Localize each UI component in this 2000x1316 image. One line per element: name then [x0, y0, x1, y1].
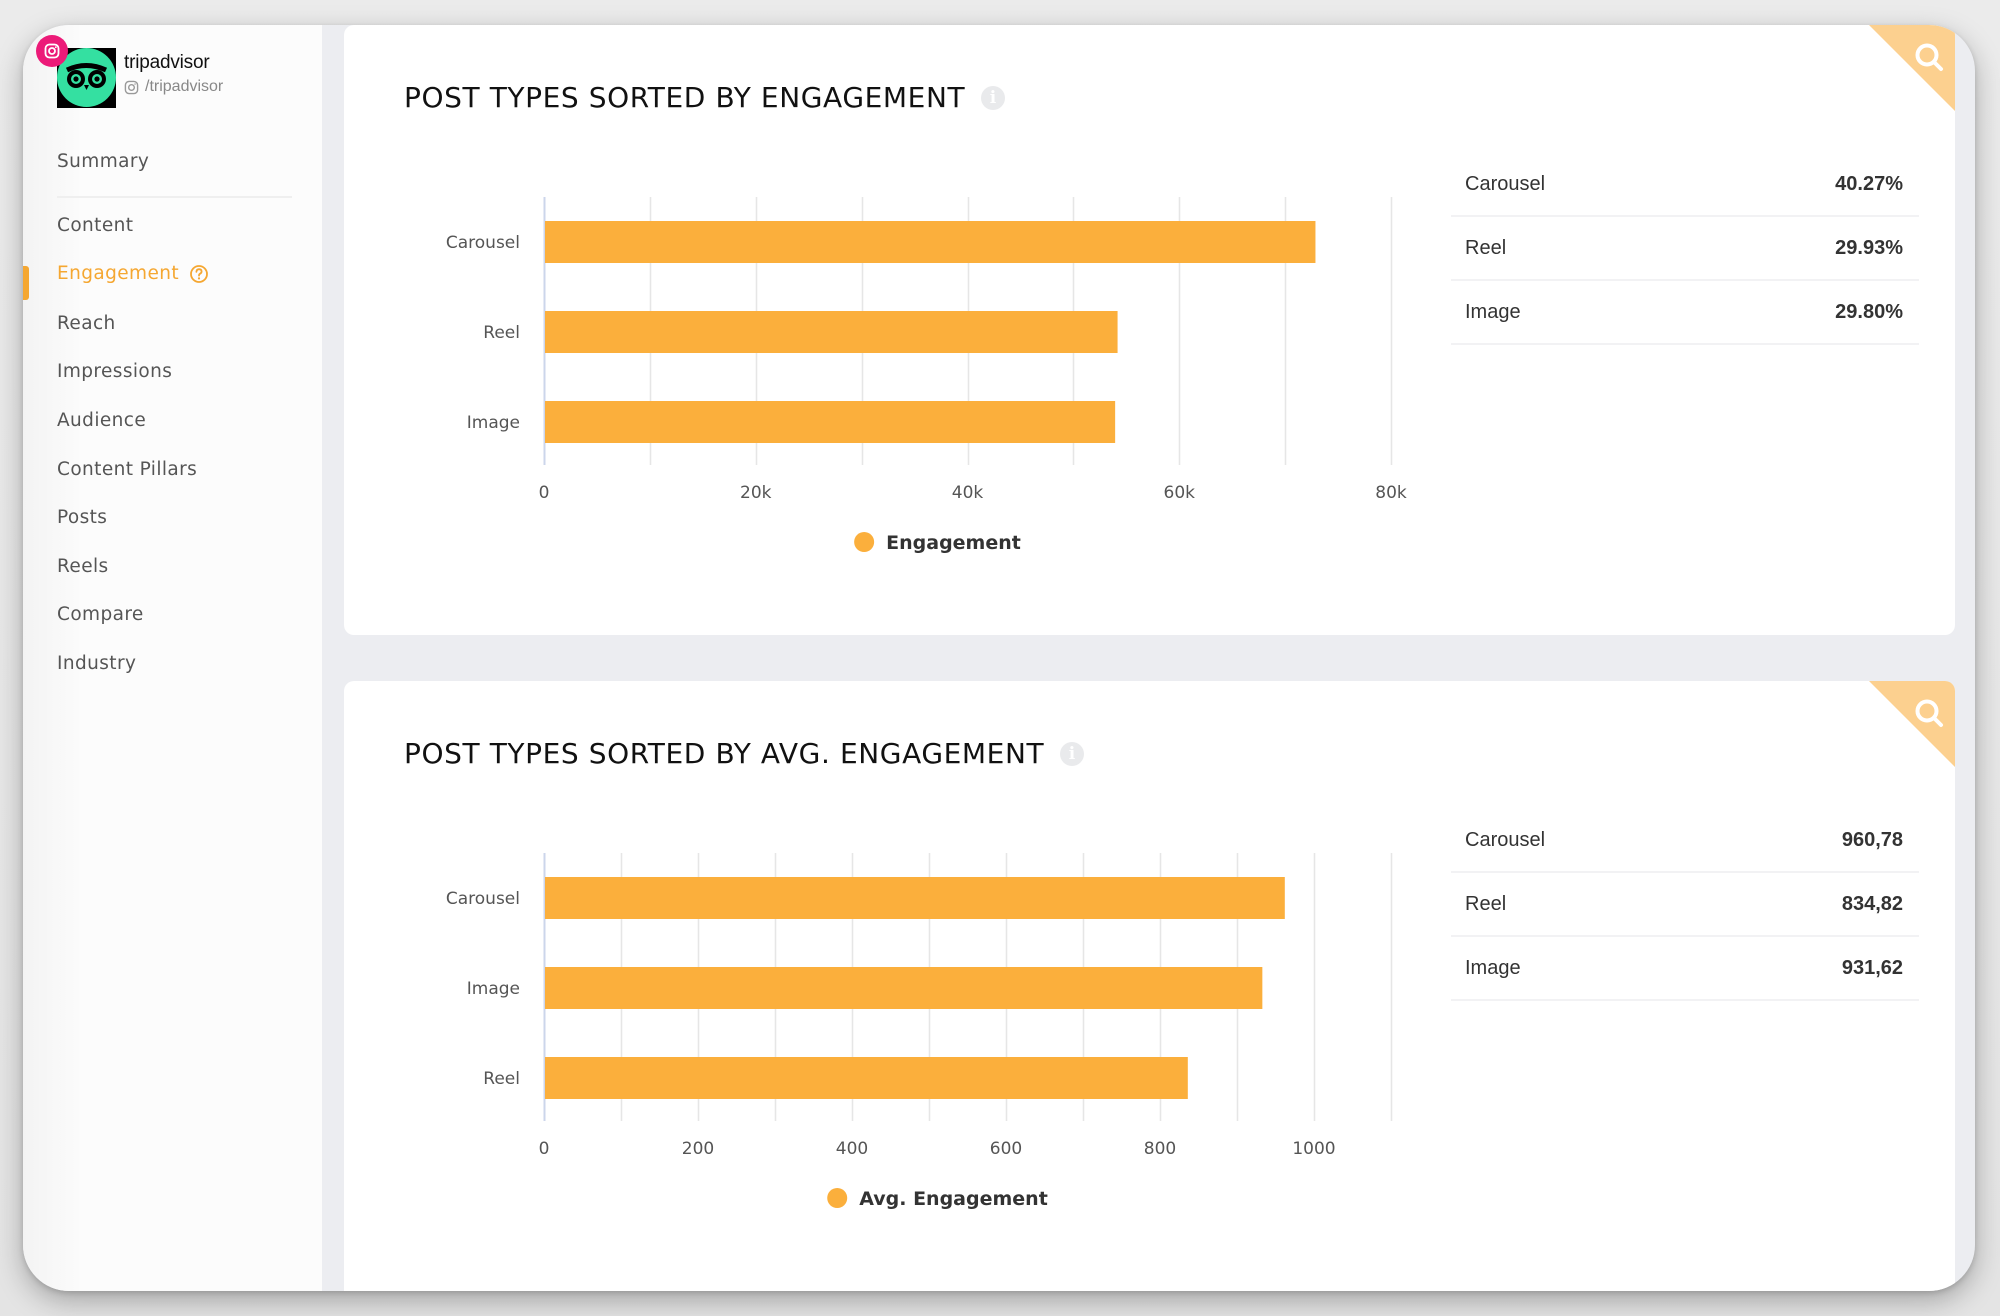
sidebar-item-reach[interactable]: Reach	[57, 313, 116, 334]
legend-marker	[827, 1188, 848, 1208]
sidebar-item-label: Summary	[57, 151, 150, 172]
sidebar-item-content[interactable]: Content	[57, 215, 133, 236]
active-indicator	[23, 266, 29, 300]
profile-handle[interactable]: /tripadvisor	[124, 78, 223, 96]
row-label: Carousel	[1465, 828, 1546, 851]
row-label: Reel	[1465, 892, 1507, 915]
category-label: Reel	[483, 1069, 520, 1089]
sidebar-item-label: Industry	[57, 653, 137, 674]
row-value: 960,78	[1841, 828, 1903, 851]
sidebar-item-audience[interactable]: Audience	[57, 410, 146, 431]
row-value: 29.80%	[1835, 300, 1903, 323]
bar-reel	[545, 1057, 1188, 1099]
avg-engagement-bar-chart: Carousel Image Reel 0 200 400 600 800 1000 Avg. E…	[446, 853, 1393, 1210]
sidebar-item-label: Engagement	[57, 263, 180, 284]
table-row: Image 931,62	[1451, 937, 1919, 1001]
row-label: Carousel	[1465, 172, 1546, 195]
row-value: 931,62	[1841, 956, 1903, 979]
zoom-corner-button[interactable]	[1869, 681, 1955, 767]
search-icon	[1869, 681, 1955, 767]
table-row: Carousel 960,78	[1451, 809, 1919, 873]
row-value: 40.27%	[1835, 172, 1903, 195]
instagram-icon	[44, 43, 60, 59]
x-tick-label: 600	[990, 1139, 1022, 1159]
sidebar-item-engagement[interactable]: Engagement	[57, 263, 209, 284]
instagram-icon	[124, 80, 139, 94]
bar-image	[545, 401, 1116, 443]
category-label: Carousel	[446, 233, 520, 253]
x-tick-label: 0	[539, 1139, 550, 1159]
help-circle-icon[interactable]	[189, 264, 209, 284]
row-value: 29.93%	[1835, 236, 1903, 259]
x-tick-label: 80k	[1375, 483, 1407, 503]
app-window: tripadvisor /tripadvisor Summary Content…	[23, 25, 1975, 1291]
x-tick-label: 1000	[1292, 1139, 1335, 1159]
sidebar-item-label: Compare	[57, 604, 144, 625]
profile-handle-text: /tripadvisor	[145, 78, 224, 95]
sidebar-item-label: Content Pillars	[57, 459, 198, 480]
profile-name: tripadvisor	[124, 52, 210, 73]
sidebar-item-label: Posts	[57, 507, 108, 528]
instagram-badge	[36, 35, 68, 67]
sidebar-item-label: Audience	[57, 410, 147, 431]
legend-marker	[854, 532, 875, 552]
row-label: Reel	[1465, 236, 1507, 259]
row-value: 834,82	[1841, 892, 1903, 915]
x-tick-label: 200	[682, 1139, 714, 1159]
row-label: Image	[1465, 956, 1521, 979]
sidebar-item-label: Reels	[57, 556, 109, 577]
table-row: Image 29.80%	[1451, 281, 1919, 345]
bar-carousel	[545, 877, 1285, 919]
x-tick-label: 20k	[740, 483, 772, 503]
sidebar-item-compare[interactable]: Compare	[57, 604, 144, 625]
row-label: Image	[1465, 300, 1521, 323]
table-row: Reel 29.93%	[1451, 217, 1919, 281]
category-label: Image	[467, 413, 520, 433]
sidebar-item-label: Reach	[57, 313, 116, 334]
x-tick-label: 400	[836, 1139, 868, 1159]
x-tick-label: 800	[1144, 1139, 1176, 1159]
bar-reel	[545, 311, 1118, 353]
bar-carousel	[545, 221, 1316, 263]
profile-header: tripadvisor /tripadvisor	[36, 35, 317, 110]
engagement-card: POST TYPES SORTED BY ENGAGEMENT i Carous…	[344, 25, 1955, 635]
x-tick-label: 40k	[952, 483, 984, 503]
table-row: Carousel 40.27%	[1451, 153, 1919, 217]
sidebar-item-impressions[interactable]: Impressions	[57, 361, 172, 382]
sidebar-item-label: Impressions	[57, 361, 173, 382]
category-label: Carousel	[446, 889, 520, 909]
avg-engagement-card: POST TYPES SORTED BY AVG. ENGAGEMENT i C…	[344, 681, 1955, 1291]
bar-image	[545, 967, 1263, 1009]
table-row: Reel 834,82	[1451, 873, 1919, 937]
engagement-bar-chart: Carousel Reel Image 0 20k 40k 60k 80k Engagement	[446, 197, 1407, 554]
sidebar-item-label: Content	[57, 215, 134, 236]
legend-label: Engagement	[886, 532, 1021, 554]
category-label: Reel	[483, 323, 520, 343]
legend-label: Avg. Engagement	[859, 1188, 1048, 1210]
search-icon	[1869, 25, 1955, 111]
avg-engagement-table: Carousel 960,78 Reel 834,82 Image 931,62	[1451, 809, 1919, 1001]
category-label: Image	[467, 979, 520, 999]
sidebar-item-reels[interactable]: Reels	[57, 556, 109, 577]
engagement-share-table: Carousel 40.27% Reel 29.93% Image 29.80%	[1451, 153, 1919, 345]
sidebar: tripadvisor /tripadvisor Summary Content…	[23, 25, 322, 1291]
sidebar-item-summary[interactable]: Summary	[57, 151, 149, 172]
nav-divider	[57, 196, 292, 198]
sidebar-item-posts[interactable]: Posts	[57, 507, 107, 528]
zoom-corner-button[interactable]	[1869, 25, 1955, 111]
x-tick-label: 60k	[1164, 483, 1196, 503]
x-tick-label: 0	[539, 483, 550, 503]
sidebar-item-content-pillars[interactable]: Content Pillars	[57, 459, 197, 480]
sidebar-item-industry[interactable]: Industry	[57, 653, 136, 674]
